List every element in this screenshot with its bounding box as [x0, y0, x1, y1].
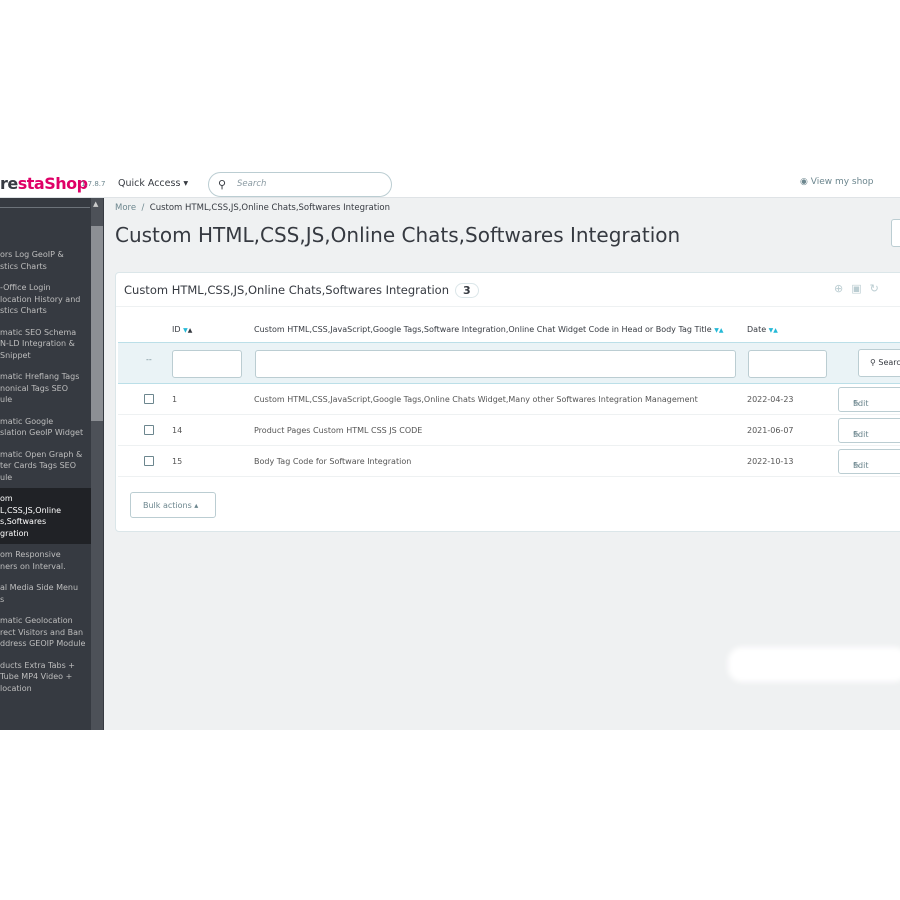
edit-button[interactable]: ✎ Edit: [838, 387, 900, 412]
edit-button[interactable]: ✎ Edit: [838, 449, 900, 474]
sidebar-item[interactable]: matic SEO Schema N-LD Integration & Snip…: [0, 322, 91, 367]
date-filter-input[interactable]: [748, 350, 827, 378]
quick-access-menu[interactable]: Quick Access ▾: [118, 178, 188, 189]
version: 1.7.8.7: [81, 180, 106, 188]
id-filter-input[interactable]: [172, 350, 242, 378]
eye-icon: ◉: [800, 177, 808, 187]
column-date[interactable]: Date ▼▲: [747, 325, 778, 334]
sidebar-item[interactable]: matic Hreflang Tags nonical Tags SEO ule: [0, 366, 91, 411]
row-checkbox[interactable]: [144, 394, 154, 404]
refresh-icon[interactable]: ↻: [870, 282, 887, 295]
row-date: 2021-06-07: [747, 426, 794, 435]
row-id: 14: [172, 426, 183, 435]
sidebar-item[interactable]: ducts Extra Tabs + Tube MP4 Video + loca…: [0, 655, 91, 700]
sidebar-item[interactable]: matic Google slation GeoIP Widget: [0, 411, 91, 444]
row-id: 1: [172, 395, 178, 404]
table-row: 14 Product Pages Custom HTML CSS JS CODE 2…: [118, 415, 900, 446]
title-filter-input[interactable]: [255, 350, 736, 378]
breadcrumb: More / Custom HTML,CSS,JS,Online Chats,S…: [115, 203, 390, 213]
list-panel: Custom HTML,CSS,JS,Online Chats,Software…: [115, 272, 900, 532]
sidebar-scrollbar[interactable]: ▲: [91, 198, 103, 730]
sidebar-item[interactable]: om Responsive ners on Interval.: [0, 544, 91, 577]
filter-row: -- ⚲ Search: [118, 342, 900, 384]
view-my-shop-link[interactable]: ◉ View my shop: [800, 177, 874, 187]
logo[interactable]: restaShop: [0, 174, 88, 193]
header-button[interactable]: [891, 219, 900, 247]
sidebar: ors Log GeoIP & stics Charts -Office Logi…: [0, 198, 104, 730]
sidebar-item[interactable]: matic Geolocation rect Visitors and Ban …: [0, 610, 91, 655]
page-title: Custom HTML,CSS,JS,Online Chats,Software…: [115, 223, 681, 247]
top-bar: restaShop 1.7.8.7 Quick Access ▾ ⚲ Search…: [0, 165, 900, 198]
search-icon: ⚲: [870, 358, 876, 367]
panel-heading: Custom HTML,CSS,JS,Online Chats,Software…: [116, 273, 900, 307]
row-date: 2022-04-23: [747, 395, 794, 404]
search-button[interactable]: ⚲ Search: [858, 349, 900, 377]
column-id[interactable]: ID ▼▲: [172, 325, 192, 334]
row-id: 15: [172, 457, 183, 466]
add-icon[interactable]: ⊕: [834, 282, 851, 295]
app: restaShop 1.7.8.7 Quick Access ▾ ⚲ Search…: [0, 165, 900, 730]
column-title[interactable]: Custom HTML,CSS,JavaScript,Google Tags,S…: [254, 325, 723, 334]
sidebar-item[interactable]: om L,CSS,JS,Online s,Softwares gration: [0, 488, 91, 544]
sidebar-item[interactable]: matic Open Graph & ter Cards Tags SEO ul…: [0, 444, 91, 489]
table-row: 15 Body Tag Code for Software Integration…: [118, 446, 900, 477]
search-input[interactable]: ⚲ Search: [208, 172, 392, 197]
breadcrumb-parent[interactable]: More: [115, 203, 136, 213]
bulk-actions-button[interactable]: Bulk actions ▴: [130, 492, 216, 518]
sidebar-item[interactable]: ors Log GeoIP & stics Charts: [0, 244, 91, 277]
row-date: 2022-10-13: [747, 457, 794, 466]
row-title: Custom HTML,CSS,JavaScript,Google Tags,O…: [254, 395, 698, 404]
row-checkbox[interactable]: [144, 456, 154, 466]
chevron-up-icon[interactable]: ▲: [93, 200, 98, 208]
row-title: Body Tag Code for Software Integration: [254, 457, 412, 466]
panel-toolbar: ⊕▣↻: [834, 282, 887, 295]
sidebar-item[interactable]: -Office Login location History and stics…: [0, 277, 91, 322]
sidebar-item[interactable]: al Media Side Menu s: [0, 577, 91, 610]
row-title: Product Pages Custom HTML CSS JS CODE: [254, 426, 423, 435]
export-icon[interactable]: ▣: [851, 282, 869, 295]
row-checkbox[interactable]: [144, 425, 154, 435]
count-badge: 3: [454, 283, 479, 298]
edit-button[interactable]: ✎ Edit: [838, 418, 900, 443]
table-row: 1 Custom HTML,CSS,JavaScript,Google Tags,…: [118, 384, 900, 415]
search-icon: ⚲: [218, 178, 227, 191]
